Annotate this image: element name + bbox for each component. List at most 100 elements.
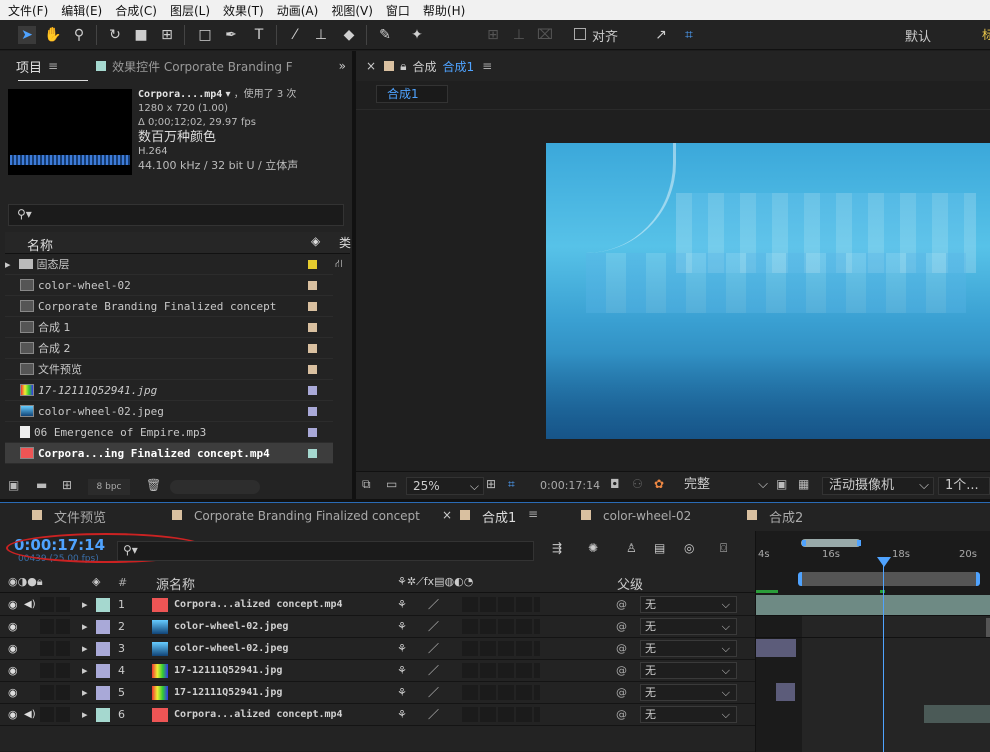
column-type[interactable]: 类 (339, 234, 351, 251)
frame-blending-icon[interactable]: ▤ (654, 541, 665, 555)
trash-icon[interactable]: 🗑 (146, 478, 161, 492)
close-tab-icon[interactable]: × (366, 59, 376, 73)
menu-file[interactable]: 文件(F) (8, 2, 48, 19)
eraser-tool-icon[interactable]: ◆ (340, 26, 358, 44)
local-axis-icon[interactable]: ⊞ (484, 26, 502, 44)
menu-animation[interactable]: 动画(A) (277, 2, 319, 19)
draft-3d-icon[interactable]: ✺ (588, 541, 598, 555)
expand-arrow-icon[interactable]: ▸ (5, 258, 11, 271)
quality-switch-icon[interactable]: ／ (428, 616, 439, 637)
snap-checkbox[interactable] (574, 28, 586, 40)
panel-menu-icon[interactable]: ≡ (482, 59, 492, 73)
layer-row[interactable]: ◉ ▸ 4 17-12111Q52941.jpg ⚘ ／ @ 无 ⌵ (0, 660, 755, 682)
shy-icon[interactable]: ♙ (626, 541, 637, 555)
camera-dropdown[interactable]: 活动摄像机 ⌵ (822, 477, 934, 495)
pick-whip-icon[interactable]: @ (616, 638, 627, 659)
label-color-swatch[interactable] (308, 301, 317, 311)
world-axis-icon[interactable]: ⊥ (510, 26, 528, 44)
new-comp-icon[interactable]: ⊞ (62, 478, 72, 492)
parent-dropdown[interactable]: 无 ⌵ (640, 684, 737, 701)
snap-feature-icon[interactable]: ⌗ (680, 26, 698, 44)
label-color-swatch[interactable] (308, 259, 317, 269)
safe-zones-icon[interactable]: ⌗ (508, 477, 515, 492)
visibility-eye-icon[interactable]: ◉ (8, 616, 18, 637)
parent-dropdown[interactable]: 无 ⌵ (640, 618, 737, 635)
shy-switch-icon[interactable]: ⚘ (397, 704, 407, 725)
brush-tool-icon[interactable]: ⁄ (286, 26, 304, 44)
menu-edit[interactable]: 编辑(E) (61, 2, 102, 19)
layer-name[interactable]: 17-12111Q52941.jpg (174, 682, 282, 703)
playhead-marker[interactable] (877, 557, 891, 567)
switches-icon[interactable]: ⚘✲⟋fx▤◍◐◔ (397, 575, 473, 589)
pick-whip-icon[interactable]: @ (616, 704, 627, 725)
visibility-eye-icon[interactable]: ◉ (8, 594, 18, 615)
layer-bar-3[interactable] (756, 639, 796, 657)
menu-composition[interactable]: 合成(C) (115, 2, 157, 19)
menu-view[interactable]: 视图(V) (331, 2, 373, 19)
quality-switch-icon[interactable]: ／ (428, 682, 439, 703)
workspace-more[interactable]: 标 (982, 26, 990, 42)
resolution-dropdown[interactable]: 完整 ⌵ (678, 477, 770, 495)
column-source-name[interactable]: 源名称 (156, 574, 195, 593)
rotate-tool-icon[interactable]: ↻ (106, 26, 124, 44)
pick-whip-icon[interactable]: @ (616, 594, 627, 615)
parent-dropdown[interactable]: 无 ⌵ (640, 662, 737, 679)
clone-stamp-tool-icon[interactable]: ⊥ (312, 26, 330, 44)
visibility-eye-icon[interactable]: ◉ (8, 660, 18, 681)
layer-bar-5[interactable] (776, 683, 795, 701)
thumbnail-scroll[interactable] (170, 480, 260, 494)
shy-switch-icon[interactable]: ⚘ (397, 638, 407, 659)
show-snapshot-icon[interactable]: ⚇ (632, 477, 643, 491)
menu-layer[interactable]: 图层(L) (170, 2, 210, 19)
project-item[interactable]: color-wheel-02.jpeg (5, 401, 333, 422)
audio-speaker-icon[interactable]: ◀) (24, 594, 36, 615)
zoom-tool-icon[interactable]: ⚲ (70, 26, 88, 44)
type-tool-icon[interactable]: T (250, 26, 268, 44)
work-area-bar[interactable] (798, 572, 980, 586)
tab-color-wheel[interactable]: color-wheel-02 (603, 509, 691, 523)
label-color-swatch[interactable] (308, 448, 317, 458)
layer-row[interactable]: ◉ ◀) ▸ 6 Corpora...alized concept.mp4 ⚘ ／ @ 无 ⌵ (0, 704, 755, 726)
time-graph[interactable]: 4s 16s 18s 20s (755, 531, 990, 752)
composition-viewer[interactable] (546, 143, 990, 439)
label-color-swatch[interactable] (308, 280, 317, 290)
workspace-default[interactable]: 默认 (905, 26, 931, 45)
channel-icon[interactable]: ✿ (654, 477, 664, 491)
quality-switch-icon[interactable]: ／ (428, 594, 439, 615)
new-folder-icon[interactable]: ▬ (36, 478, 47, 492)
snapshot-icon[interactable]: ◘ (610, 477, 620, 491)
layer-bar-1[interactable] (756, 595, 990, 616)
project-item[interactable]: 06 Emergence of Empire.mp3 (5, 422, 333, 443)
parent-dropdown[interactable]: 无 ⌵ (640, 640, 737, 657)
shy-switch-icon[interactable]: ⚘ (397, 660, 407, 681)
audio-speaker-icon[interactable]: ◀) (24, 704, 36, 725)
expand-layer-icon[interactable]: ▸ (82, 616, 88, 637)
bit-depth-button[interactable]: 8 bpc (88, 479, 130, 495)
column-name[interactable]: 名称 (27, 235, 53, 254)
column-parent[interactable]: 父级 (617, 574, 643, 593)
shy-switch-icon[interactable]: ⚘ (397, 594, 407, 615)
label-color-swatch[interactable] (308, 427, 317, 437)
view-axis-icon[interactable]: ⌧ (536, 26, 554, 44)
current-time[interactable]: 0:00:17:14 (540, 479, 600, 492)
label-color-swatch[interactable] (96, 664, 110, 678)
pick-whip-icon[interactable]: @ (616, 660, 627, 681)
layer-bar-6[interactable] (924, 705, 990, 723)
parent-dropdown[interactable]: 无 ⌵ (640, 706, 737, 723)
hand-tool-icon[interactable]: ✋ (44, 26, 62, 44)
panel-menu-icon[interactable]: ≡ (528, 507, 538, 521)
label-color-swatch[interactable] (96, 708, 110, 722)
comp-tab-label[interactable]: 合成 (412, 58, 436, 75)
graph-editor-icon[interactable]: ⌼ (720, 541, 727, 556)
project-item[interactable]: Corpora...ing Finalized concept.mp4 (5, 443, 333, 464)
tab-effect-controls[interactable]: 效果控件 Corporate Branding F (112, 58, 293, 75)
project-item[interactable]: 合成 1 (5, 317, 333, 338)
layer-name[interactable]: Corpora...alized concept.mp4 (174, 704, 343, 725)
quality-switch-icon[interactable]: ／ (428, 660, 439, 681)
expand-layer-icon[interactable]: ▸ (82, 638, 88, 659)
puppet-pin-tool-icon[interactable]: ✦ (408, 26, 426, 44)
menu-window[interactable]: 窗口 (386, 2, 410, 19)
layer-row[interactable]: ◉ ▸ 3 color-wheel-02.jpeg ⚘ ／ @ 无 ⌵ (0, 638, 755, 660)
label-color-swatch[interactable] (96, 620, 110, 634)
tab-comp2[interactable]: 合成2 (769, 507, 803, 526)
